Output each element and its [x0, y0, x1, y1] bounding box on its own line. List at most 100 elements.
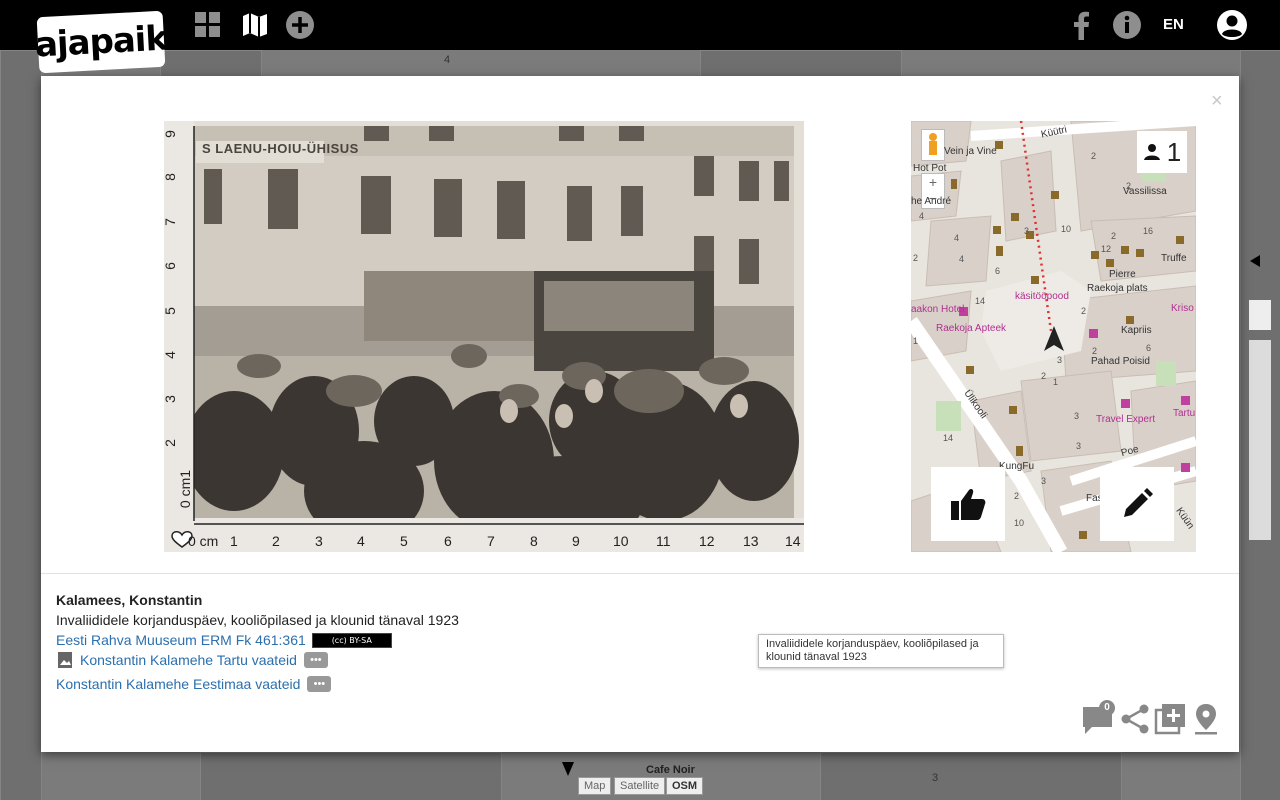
map-type-satellite[interactable]: Satellite	[614, 777, 666, 795]
house-number-label: 1	[1053, 377, 1059, 387]
add-circle-icon[interactable]	[284, 9, 316, 41]
ruler-tick-label: 13	[743, 533, 759, 549]
ruler-tick-label: 6	[164, 262, 178, 270]
comment-count: 0	[1099, 700, 1115, 716]
map-label-kapriis: Kapriis	[1121, 325, 1152, 336]
house-number-label: 2	[1126, 181, 1132, 191]
ruler-tick-label: 1	[230, 533, 238, 549]
pegman-icon[interactable]	[1249, 300, 1271, 330]
photo-description: Invaliididele korjanduspäev, kooliõpilas…	[56, 612, 459, 628]
map-label-kriso: Kriso	[1171, 303, 1194, 314]
map-label-vein-ja-vine: Vein ja Vine	[944, 146, 997, 157]
house-number-label: 6	[995, 266, 1001, 276]
ruler-tick-label: 3	[315, 533, 323, 549]
house-number-label: 4	[954, 233, 960, 243]
comment-icon[interactable]: 0	[1082, 700, 1115, 736]
ruler-tick-label: 0 cm	[188, 533, 219, 549]
ruler-tick-label: 5	[400, 533, 408, 549]
house-number-label: 6	[1146, 343, 1152, 353]
album-tag-icon[interactable]: •••	[303, 652, 328, 668]
cafe-noir-label: Cafe Noir	[646, 764, 695, 776]
edit-location-button[interactable]	[1100, 467, 1174, 541]
house-number-label: 4	[444, 54, 451, 66]
grid-icon[interactable]	[193, 9, 223, 41]
map-type-map[interactable]: Map	[578, 777, 612, 795]
ruler-tick-label: 9	[164, 130, 178, 138]
ruler-tick-label: 5	[164, 307, 178, 315]
house-number-label: 2	[1091, 151, 1097, 161]
house-number-label: 3	[1024, 226, 1030, 236]
shop-sign-text: S LAENU-HOIU-ÜHISUS	[202, 141, 359, 156]
ruler-tick-label: 7	[487, 533, 495, 549]
photo-modal: × S LAENU-HOIU-ÜHISUS 0 cm1 0 cm 1 2 3 4…	[41, 76, 1239, 752]
album-icon	[58, 652, 72, 668]
ruler-tick-label: 10	[613, 533, 629, 549]
info-icon[interactable]	[1111, 9, 1143, 41]
license-badge[interactable]: (cc) BY-SA	[311, 632, 392, 648]
ruler-tick-label: 4	[164, 351, 178, 359]
house-number-label: 14	[975, 296, 986, 306]
ruler-tick-label: 8	[164, 173, 178, 181]
add-to-album-icon[interactable]	[1154, 702, 1186, 736]
top-navigation-bar: EN	[0, 0, 1280, 50]
facebook-icon[interactable]	[1068, 9, 1094, 41]
map-type-osm[interactable]: OSM	[666, 777, 704, 795]
house-number-label: 4	[959, 254, 965, 264]
map-label-pierre: Pierre	[1109, 269, 1136, 280]
location-pin-icon[interactable]	[1190, 702, 1222, 736]
ruler-tick-label: 11	[656, 533, 671, 549]
rephoto-count: 1	[1166, 136, 1182, 167]
person-icon	[1143, 144, 1160, 160]
ruler-tick-label: 8	[530, 533, 538, 549]
description-tooltip: Invaliididele korjanduspäev, kooliõpilas…	[758, 634, 1004, 668]
map-label-tartu-ulikool: Tartu Üli Keskin Apte	[1173, 408, 1196, 419]
map-icon[interactable]	[240, 9, 270, 41]
source-link[interactable]: Eesti Rahva Muuseum ERM Fk 461:361	[56, 630, 306, 650]
album-link[interactable]: Konstantin Kalamehe Tartu vaateid	[80, 650, 297, 670]
ruler-tick-label: 7	[164, 218, 178, 226]
house-number-label: 3	[1076, 441, 1082, 451]
map-label-andre: he André	[911, 196, 952, 207]
house-number-label: 14	[943, 433, 954, 443]
like-button[interactable]	[931, 467, 1005, 541]
house-number-label: 3	[932, 772, 939, 784]
location-arrow-icon	[562, 762, 574, 776]
ruler-tick-label: 2	[164, 439, 178, 447]
house-number-label: 2	[1041, 371, 1047, 381]
map-label-pahad-poisid: Pahad Poisid	[1091, 356, 1150, 367]
ruler-tick-label: 2	[272, 533, 280, 549]
share-icon[interactable]	[1119, 702, 1151, 736]
location-arrow-icon	[1240, 255, 1260, 267]
map-label-raekoja-apteek: Raekoja Apteek	[936, 323, 1007, 334]
ruler-tick-label: 3	[164, 395, 178, 403]
zoom-slider[interactable]	[1249, 340, 1271, 540]
map-label-kasitoopood: käsitööpood	[1015, 291, 1069, 302]
ajapaik-logo[interactable]: ajapaik	[34, 10, 168, 74]
rephoto-count-badge[interactable]: 1	[1137, 131, 1187, 173]
historic-photo[interactable]: S LAENU-HOIU-ÜHISUS 987654320 cm1 0 cm12…	[164, 121, 804, 552]
location-map[interactable]: + − 1 Küütri Vein ja Vine Hot Pot he André Va…	[911, 121, 1196, 552]
house-number-label: 10	[1014, 518, 1025, 528]
license-text: BY-SA	[349, 635, 372, 645]
album-tag-icon[interactable]: •••	[307, 676, 332, 692]
language-selector[interactable]: EN	[1163, 16, 1184, 33]
ruler-tick-label: 12	[699, 533, 715, 549]
map-label-hot-pot: Hot Pot	[913, 163, 947, 174]
house-number-label: 12	[1101, 244, 1112, 254]
house-number-label: 2	[1014, 491, 1020, 501]
house-number-label: 3	[1041, 476, 1047, 486]
streetview-pegman-icon[interactable]	[921, 129, 945, 161]
close-button[interactable]: ×	[1211, 90, 1223, 113]
pencil-icon	[1124, 488, 1153, 517]
ruler-tick-label: 14	[785, 533, 801, 549]
house-number-label: 2	[1081, 306, 1087, 316]
map-label-aakon-hotel: aakon Hotel	[911, 304, 965, 315]
house-number-label: 2	[1111, 231, 1117, 241]
map-label-travel-expert: Travel Expert	[1096, 414, 1156, 425]
map-label-raekoja-plats: Raekoja plats	[1087, 283, 1148, 294]
ruler-tick-label: 9	[572, 533, 580, 549]
user-account-icon[interactable]	[1215, 9, 1249, 41]
ruler-tick-label: 6	[444, 533, 452, 549]
album-link[interactable]: Konstantin Kalamehe Eestimaa vaateid	[56, 674, 300, 694]
map-label-truffe: Truffe	[1161, 253, 1187, 264]
